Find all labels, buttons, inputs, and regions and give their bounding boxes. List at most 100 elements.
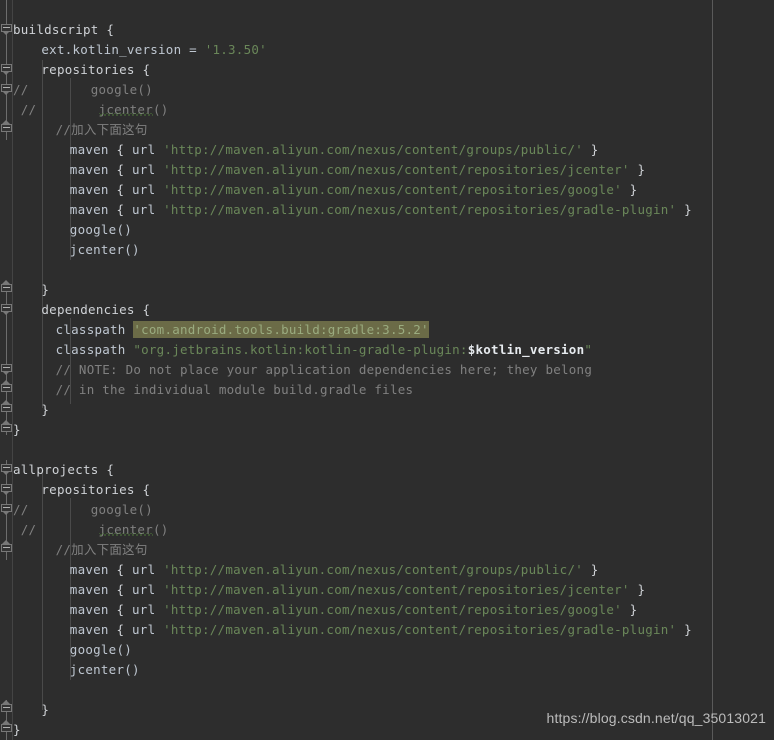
code-line[interactable]: // in the individual module build.gradle… (56, 380, 414, 400)
code-line[interactable]: // google() (13, 500, 153, 520)
code-line[interactable]: maven { url 'http://maven.aliyun.com/nex… (70, 600, 638, 620)
chevron-down-icon (2, 31, 10, 35)
minus-icon (3, 707, 10, 708)
code-editor[interactable]: buildscript {ext.kotlin_version = '1.3.5… (0, 0, 774, 740)
code-token: maven (69, 562, 117, 577)
code-token: } (621, 182, 638, 197)
code-token: '1.3.50' (204, 42, 267, 57)
code-line[interactable]: maven { url 'http://maven.aliyun.com/nex… (70, 140, 599, 160)
fold-toggle-end[interactable] (1, 400, 12, 415)
code-token: () (152, 102, 169, 117)
code-line[interactable]: classpath 'com.android.tools.build:gradl… (56, 320, 429, 340)
code-token: repositories (41, 62, 143, 77)
code-token: { (116, 182, 133, 197)
code-line[interactable]: // NOTE: Do not place your application d… (56, 360, 593, 380)
code-line[interactable]: repositories { (41, 480, 150, 500)
minus-icon (3, 467, 10, 468)
code-line[interactable]: maven { url 'http://maven.aliyun.com/nex… (70, 160, 645, 180)
code-token: // google() (13, 82, 153, 97)
code-token: { (142, 482, 151, 497)
code-line[interactable]: ext.kotlin_version = '1.3.50' (41, 40, 267, 60)
code-token: maven (69, 202, 117, 217)
fold-toggle-end[interactable] (1, 720, 12, 735)
chevron-down-icon (2, 471, 10, 475)
code-line[interactable]: // jcenter() (13, 100, 169, 120)
code-token: url (132, 622, 164, 637)
code-token: { (116, 622, 133, 637)
chevron-up-icon (2, 280, 10, 284)
code-token: //加入下面这句 (55, 542, 148, 557)
fold-toggle-end[interactable] (1, 420, 12, 435)
right-margin-guide (712, 0, 713, 740)
code-line[interactable]: //加入下面这句 (56, 540, 148, 560)
minus-icon (3, 507, 10, 508)
fold-toggle-box (1, 284, 12, 292)
code-token: { (116, 202, 133, 217)
code-line[interactable]: } (41, 280, 49, 300)
code-line[interactable]: google() (70, 220, 132, 240)
fold-toggle-start[interactable] (1, 464, 12, 475)
fold-toggle-end[interactable] (1, 380, 12, 395)
code-line[interactable]: // jcenter() (13, 520, 169, 540)
minus-icon (3, 427, 10, 428)
code-line[interactable]: dependencies { (41, 300, 150, 320)
code-token: } (676, 622, 692, 637)
code-line[interactable]: } (13, 420, 21, 440)
code-surface[interactable]: buildscript {ext.kotlin_version = '1.3.5… (13, 0, 774, 740)
code-line[interactable]: google() (70, 640, 132, 660)
chevron-down-icon (2, 511, 10, 515)
fold-toggle-start[interactable] (1, 504, 12, 515)
code-line[interactable]: repositories { (41, 60, 150, 80)
code-token: jcenter (98, 102, 153, 117)
fold-toggle-end[interactable] (1, 540, 12, 555)
code-token: { (106, 22, 115, 37)
fold-toggle-start[interactable] (1, 84, 12, 95)
code-line[interactable]: maven { url 'http://maven.aliyun.com/nex… (70, 180, 638, 200)
code-token: 'http://maven.aliyun.com/nexus/content/r… (163, 582, 630, 597)
code-token: // in the individual module build.gradle… (55, 382, 414, 397)
code-line[interactable]: maven { url 'http://maven.aliyun.com/nex… (70, 620, 692, 640)
fold-toggle-end[interactable] (1, 700, 12, 715)
code-line[interactable]: classpath "org.jetbrains.kotlin:kotlin-g… (56, 340, 593, 360)
code-line[interactable]: } (13, 720, 21, 740)
minus-icon (3, 407, 10, 408)
minus-icon (3, 287, 10, 288)
minus-icon (3, 307, 10, 308)
code-line[interactable]: allprojects { (13, 460, 114, 480)
code-line[interactable]: } (41, 700, 49, 720)
minus-icon (3, 367, 10, 368)
code-token: // NOTE: Do not place your application d… (55, 362, 593, 377)
code-token: maven (69, 182, 117, 197)
code-line[interactable]: jcenter() (70, 660, 140, 680)
code-line[interactable]: //加入下面这句 (56, 120, 148, 140)
code-line[interactable]: maven { url 'http://maven.aliyun.com/nex… (70, 200, 692, 220)
code-token: } (583, 142, 599, 157)
fold-toggle-start[interactable] (1, 484, 12, 495)
code-line[interactable]: buildscript { (13, 20, 114, 40)
chevron-down-icon (2, 71, 10, 75)
code-line[interactable]: maven { url 'http://maven.aliyun.com/nex… (70, 560, 599, 580)
code-token: url (132, 562, 164, 577)
code-line[interactable]: } (41, 400, 49, 420)
code-token: url (132, 142, 164, 157)
code-line[interactable]: maven { url 'http://maven.aliyun.com/nex… (70, 580, 645, 600)
code-line[interactable]: // google() (13, 80, 153, 100)
fold-toggle-start[interactable] (1, 64, 12, 75)
fold-toggle-end[interactable] (1, 280, 12, 295)
fold-toggle-start[interactable] (1, 304, 12, 315)
code-token: { (116, 562, 133, 577)
fold-toggle-end[interactable] (1, 120, 12, 135)
code-token: $kotlin_version (467, 342, 585, 357)
code-token: jcenter() (69, 242, 140, 257)
code-token: url (132, 202, 164, 217)
code-token: // (13, 102, 99, 117)
fold-toggle-start[interactable] (1, 24, 12, 35)
code-line[interactable]: jcenter() (70, 240, 140, 260)
code-token: maven (69, 142, 117, 157)
minus-icon (3, 387, 10, 388)
code-token: 'http://maven.aliyun.com/nexus/content/r… (163, 182, 622, 197)
fold-toggle-box (1, 724, 12, 732)
fold-toggle-start[interactable] (1, 364, 12, 375)
fold-toggle-box (1, 544, 12, 552)
code-token: maven (69, 622, 117, 637)
